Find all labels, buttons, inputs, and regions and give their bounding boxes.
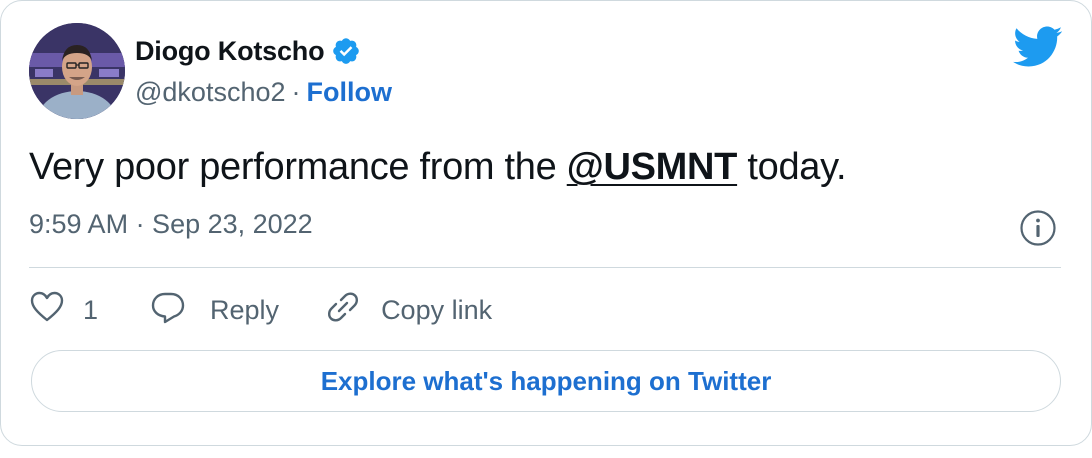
separator-dot: · [291, 76, 301, 107]
avatar-photo [29, 23, 125, 119]
tweet-text-after: today. [737, 146, 847, 188]
author-name-row[interactable]: Diogo Kotscho [135, 33, 361, 69]
avatar[interactable] [29, 23, 125, 119]
explore-twitter-button[interactable]: Explore what's happening on Twitter [31, 350, 1061, 412]
tweet-actions: 1 Reply Copy link [29, 289, 492, 331]
info-icon[interactable] [1019, 209, 1057, 247]
tweet-text: Very poor performance from the @USMNT to… [29, 143, 847, 191]
like-button[interactable]: 1 [29, 289, 98, 332]
twitter-bird-icon[interactable] [1013, 25, 1063, 69]
reply-button[interactable]: Reply [150, 289, 279, 332]
copy-link-label: Copy link [381, 294, 493, 325]
heart-icon [29, 289, 65, 332]
author-handle-row: @dkotscho2 · Follow [135, 74, 392, 110]
link-icon [325, 289, 361, 332]
mention-link[interactable]: @USMNT [567, 146, 738, 188]
divider [29, 267, 1061, 268]
tweet-timestamp[interactable]: 9:59 AM · Sep 23, 2022 [29, 209, 313, 240]
speech-bubble-icon [150, 289, 186, 332]
author-handle[interactable]: @dkotscho2 [135, 77, 286, 108]
verified-badge-icon [331, 36, 361, 66]
tweet-embed-card: Diogo Kotscho @dkotscho2 · Follow Very p… [0, 0, 1092, 446]
follow-link[interactable]: Follow [307, 77, 392, 108]
reply-label: Reply [210, 294, 280, 325]
author-display-name[interactable]: Diogo Kotscho [135, 36, 325, 67]
like-count: 1 [83, 294, 99, 325]
copy-link-button[interactable]: Copy link [325, 289, 492, 332]
tweet-text-before: Very poor performance from the [29, 146, 567, 188]
